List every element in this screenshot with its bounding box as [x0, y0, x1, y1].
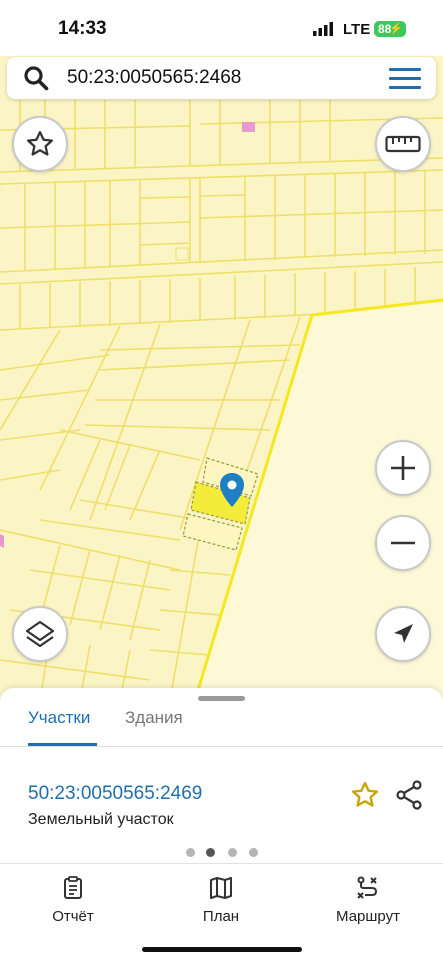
tab-buildings[interactable]: Здания [125, 708, 183, 728]
home-indicator[interactable] [142, 947, 302, 952]
nav-route-label: Маршрут [336, 908, 400, 925]
bottom-navigation: Отчёт План Маршрут [0, 863, 443, 960]
star-outline-icon[interactable] [350, 780, 380, 810]
pager-dot[interactable] [228, 848, 237, 857]
battery-indicator: 88 ⚡ [374, 21, 406, 37]
hamburger-menu-icon[interactable] [389, 68, 421, 90]
sheet-drag-handle[interactable] [198, 696, 245, 701]
tabs-divider [0, 746, 443, 747]
nav-report-label: Отчёт [52, 908, 94, 925]
pager-dot[interactable] [186, 848, 195, 857]
nav-route[interactable]: Маршрут [313, 876, 423, 925]
map-plan-icon [210, 877, 232, 899]
cadastral-map[interactable] [0, 100, 443, 700]
app-screen: 14:33 LTE 88 ⚡ 50:23:0050565:2468 Участк… [0, 0, 443, 960]
search-icon[interactable] [23, 65, 49, 91]
results-bottom-sheet: Участки Здания 50:23:0050565:2469 Земель… [0, 688, 443, 866]
ruler-button[interactable] [375, 116, 431, 172]
pager-dot[interactable] [249, 848, 258, 857]
layers-icon [25, 620, 55, 648]
location-pin-icon[interactable] [219, 472, 245, 508]
charging-bolt-icon: ⚡ [389, 23, 403, 35]
star-icon [27, 131, 53, 156]
ruler-icon [385, 135, 421, 153]
minus-icon [391, 541, 415, 545]
pager-dots [184, 848, 264, 858]
nav-plan-label: План [202, 908, 240, 925]
network-label: LTE [343, 21, 371, 38]
parcel-cadastral-number[interactable]: 50:23:0050565:2469 [28, 783, 202, 805]
layers-button[interactable] [12, 606, 68, 662]
search-input[interactable] [67, 63, 367, 93]
zoom-in-button[interactable] [375, 440, 431, 496]
search-bar [7, 57, 436, 99]
zoom-out-button[interactable] [375, 515, 431, 571]
navigation-arrow-icon [394, 624, 413, 643]
route-icon [357, 876, 378, 899]
favorite-button[interactable] [12, 116, 68, 172]
pager-dot-active[interactable] [206, 848, 215, 857]
locate-button[interactable] [375, 606, 431, 662]
nav-plan[interactable]: План [166, 876, 276, 925]
tab-plots[interactable]: Участки [28, 708, 90, 728]
map-parcels [0, 100, 443, 700]
status-bar: 14:33 LTE 88 ⚡ [0, 0, 443, 56]
share-icon[interactable] [395, 780, 423, 810]
plus-icon [391, 456, 415, 480]
signal-icon [313, 22, 333, 36]
report-icon [64, 876, 82, 899]
status-time: 14:33 [58, 18, 107, 39]
parcel-type-label: Земельный участок [28, 811, 174, 828]
nav-report[interactable]: Отчёт [18, 876, 128, 925]
